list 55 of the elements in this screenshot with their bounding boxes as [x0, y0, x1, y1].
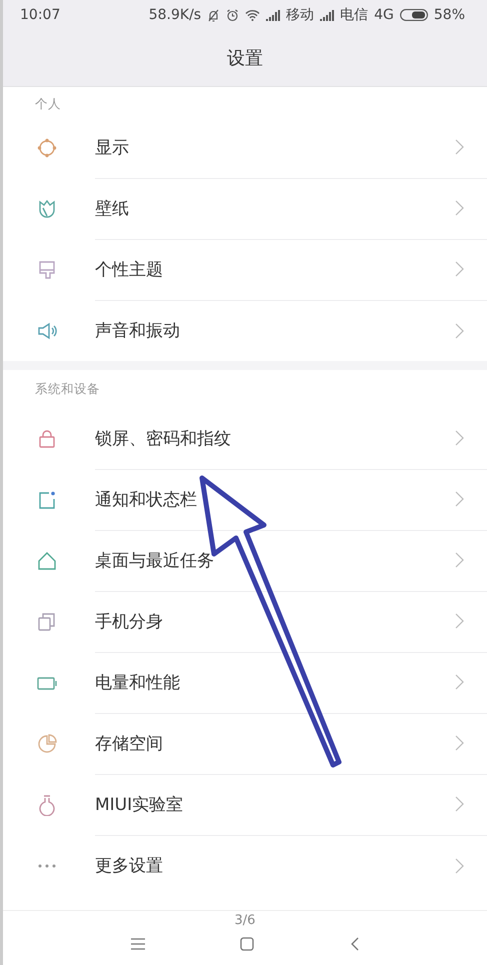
item-label: 电量和性能 — [95, 672, 180, 694]
home-button-icon[interactable] — [240, 937, 254, 951]
signal-icon — [266, 10, 280, 20]
item-label: 显示 — [95, 136, 129, 158]
item-label: 桌面与最近任务 — [95, 550, 214, 572]
wifi-icon — [245, 9, 260, 21]
chevron-icon — [455, 735, 464, 751]
settings-item[interactable]: 声音和振动 — [3, 300, 487, 361]
chevron-icon — [455, 552, 464, 568]
settings-item[interactable]: 更多设置 — [3, 835, 487, 896]
chevron-icon — [455, 674, 464, 690]
chevron-icon — [455, 200, 464, 216]
chevron-icon — [455, 796, 464, 812]
network-type: 4G — [374, 7, 394, 23]
battery-icon — [400, 9, 428, 21]
item-label: 锁屏、密码和指纹 — [95, 428, 231, 450]
battery-percent: 58% — [434, 7, 465, 23]
section-header: 个人 — [35, 96, 61, 112]
status-time: 10:07 — [20, 7, 60, 23]
carrier-name: 电信 — [340, 6, 368, 24]
settings-item[interactable]: 存储空间 — [3, 713, 487, 774]
settings-item[interactable]: MIUI实验室 — [3, 774, 487, 835]
carrier-name: 移动 — [286, 6, 314, 24]
chevron-icon — [455, 430, 464, 446]
page-indicator: 3/6 — [234, 913, 256, 928]
signal-icon — [320, 10, 334, 20]
chevron-icon — [455, 139, 464, 155]
item-label: 通知和状态栏 — [95, 488, 197, 510]
settings-item[interactable]: 壁纸 — [3, 178, 487, 239]
item-label: 更多设置 — [95, 855, 163, 877]
section-header: 系统和设备 — [35, 380, 100, 398]
chevron-icon — [455, 322, 464, 338]
chevron-icon — [455, 858, 464, 874]
item-label: MIUI实验室 — [95, 794, 184, 816]
page-title: 设置 — [227, 47, 263, 70]
settings-item[interactable]: 个性主题 — [3, 239, 487, 300]
menu-icon[interactable] — [130, 938, 145, 950]
item-label: 壁纸 — [95, 198, 129, 220]
settings-item[interactable]: 通知和状态栏 — [3, 469, 487, 530]
settings-item[interactable]: 显示 — [3, 117, 487, 178]
chevron-icon — [455, 491, 464, 507]
settings-item[interactable]: 锁屏、密码和指纹 — [3, 408, 487, 469]
alarm-icon — [226, 8, 240, 22]
settings-item[interactable]: 桌面与最近任务 — [3, 530, 487, 591]
item-label: 手机分身 — [95, 610, 163, 632]
item-label: 个性主题 — [95, 258, 163, 280]
mute-bell-icon — [207, 8, 220, 22]
chevron-icon — [455, 613, 464, 629]
chevron-icon — [455, 261, 464, 277]
item-label: 存储空间 — [95, 732, 163, 754]
item-label: 声音和振动 — [95, 320, 180, 342]
back-icon[interactable] — [350, 937, 360, 951]
settings-item[interactable]: 手机分身 — [3, 591, 487, 652]
settings-item[interactable]: 电量和性能 — [3, 652, 487, 713]
network-speed: 58.9K/s — [148, 7, 202, 23]
